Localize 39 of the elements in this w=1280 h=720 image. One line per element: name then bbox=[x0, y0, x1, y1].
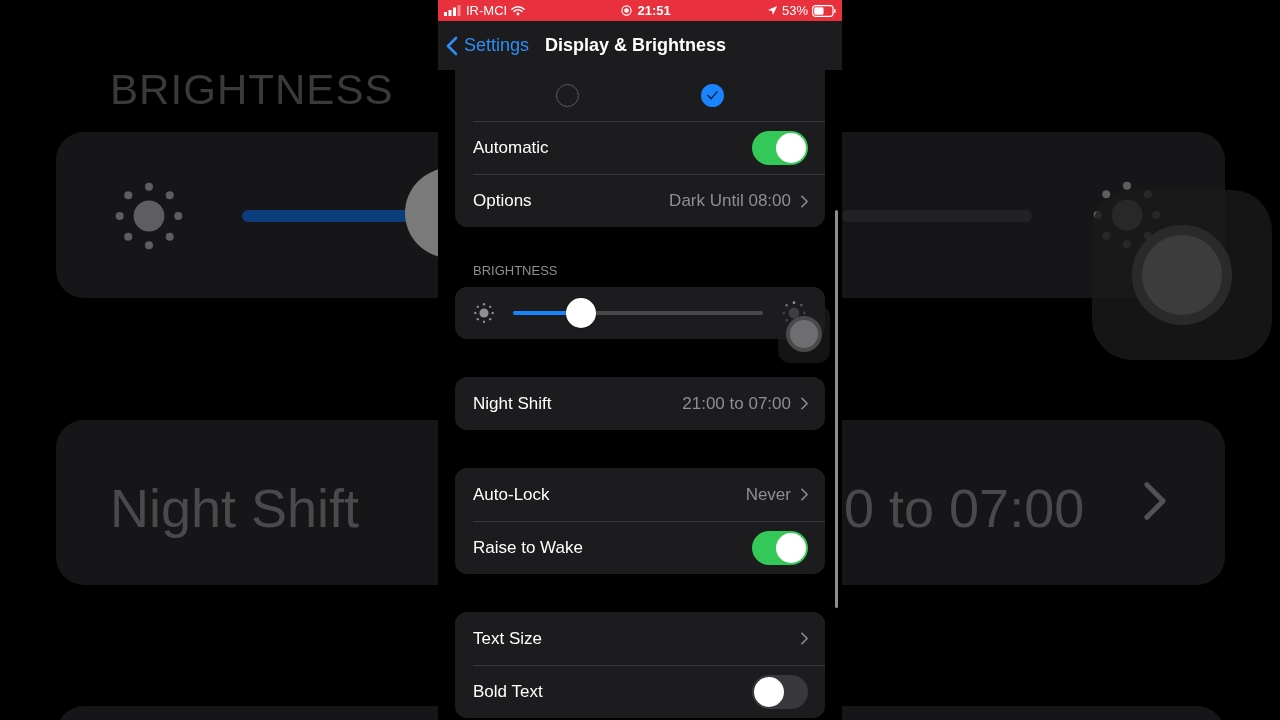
row-label: Automatic bbox=[473, 137, 550, 160]
row-label: Bold Text bbox=[473, 681, 544, 704]
location-icon bbox=[766, 5, 778, 16]
battery-icon bbox=[812, 4, 836, 17]
heading-text: BRIGHTNESS bbox=[110, 65, 394, 115]
record-icon bbox=[621, 5, 633, 16]
chevron-icon bbox=[801, 397, 808, 410]
wifi-icon bbox=[511, 5, 526, 16]
row-label: Text Size bbox=[473, 627, 543, 650]
section-header: BRIGHTNESS bbox=[473, 263, 559, 279]
back-button[interactable]: Settings bbox=[446, 32, 530, 59]
page-title: Display & Brightness bbox=[545, 34, 727, 57]
row-value: Never bbox=[745, 483, 791, 506]
toggle-switch[interactable] bbox=[752, 531, 808, 565]
settings-row[interactable]: Night Shift 21:00 to 07:00 bbox=[473, 377, 825, 430]
toggle-switch[interactable] bbox=[752, 131, 808, 165]
row-value: 21:00 to 07:00 bbox=[682, 392, 791, 415]
settings-row[interactable]: Auto-Lock Never bbox=[473, 468, 825, 521]
row-label: Options bbox=[473, 190, 533, 213]
low-brightness-icon bbox=[473, 302, 495, 324]
radio-button[interactable] bbox=[701, 84, 724, 107]
chevron-icon bbox=[801, 632, 808, 645]
chevron-icon bbox=[1144, 482, 1166, 520]
row-label: Raise to Wake bbox=[473, 537, 584, 560]
chevron-icon bbox=[801, 194, 808, 208]
settings-row[interactable]: Options Dark Until 08:00 bbox=[473, 174, 825, 227]
row-label: Auto-Lock bbox=[473, 483, 551, 506]
checkmark-icon bbox=[707, 91, 718, 100]
settings-row[interactable]: Text Size bbox=[473, 612, 825, 665]
back-chevron-icon bbox=[446, 35, 458, 56]
carrier-text: IR-MCI bbox=[466, 1, 508, 20]
toggle-switch[interactable] bbox=[752, 675, 808, 709]
row-label: Night Shift bbox=[473, 392, 553, 415]
battery-text: 53% bbox=[781, 1, 808, 20]
signal-icon bbox=[444, 5, 462, 16]
chevron-icon bbox=[801, 488, 808, 501]
row-value: Dark Until 08:00 bbox=[669, 190, 791, 213]
time-text: 21:51 bbox=[637, 1, 671, 20]
slider-thumb[interactable] bbox=[565, 298, 596, 328]
